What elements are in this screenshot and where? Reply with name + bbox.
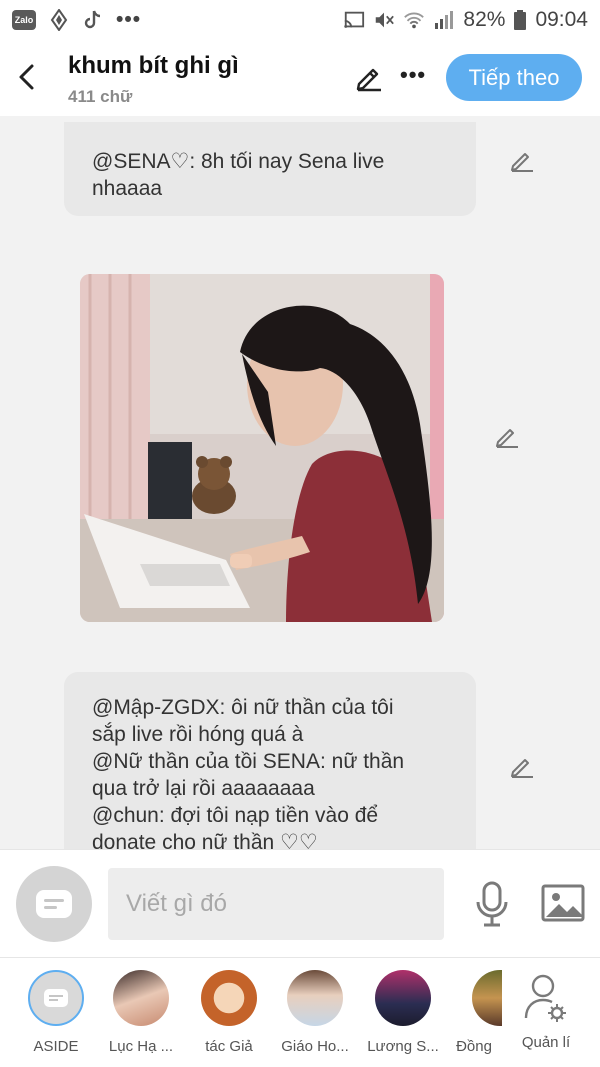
text-line: @chun: đợi tôi nạp tiền vào để [92, 804, 379, 827]
text-input[interactable] [108, 868, 444, 940]
character-count: 411 chữ [68, 87, 133, 106]
zalo-app-icon: Zalo [12, 10, 36, 30]
tab-label: Đồng [456, 1038, 492, 1055]
diamond-app-icon [48, 8, 70, 32]
more-notifications-icon: ••• [116, 8, 142, 31]
microphone-icon[interactable] [472, 880, 512, 928]
tab-manage[interactable]: Quản lí [508, 970, 584, 1051]
composer [0, 849, 600, 957]
edit-title-pencil-icon[interactable] [354, 62, 384, 92]
back-icon[interactable] [14, 62, 40, 92]
next-button[interactable]: Tiếp theo [446, 54, 582, 101]
battery-percent: 82% [463, 8, 506, 31]
text-line: @Mập-ZGDX: ôi nữ thần của tôi [92, 696, 394, 719]
tab-character-3[interactable]: Giáo Ho... [277, 970, 353, 1055]
mute-icon [373, 9, 395, 31]
text-line: @Nữ thần của tồi SENA: nữ thần [92, 750, 405, 773]
avatar [201, 970, 257, 1026]
user-settings-icon [523, 970, 569, 1026]
chat-bubble-button[interactable] [16, 866, 92, 942]
signal-icon [433, 9, 455, 31]
avatar [375, 970, 431, 1026]
tab-label: Lục Hạ ... [108, 1038, 174, 1055]
tab-label: ASIDE [33, 1038, 79, 1055]
tiktok-app-icon [82, 9, 104, 31]
tab-label: Lương S... [367, 1038, 439, 1055]
tab-label: Giáo Ho... [281, 1038, 349, 1055]
avatar [472, 970, 502, 1026]
tab-character-2[interactable]: tác Giả [191, 970, 267, 1055]
wifi-icon [403, 9, 425, 31]
status-bar: Zalo ••• 82% 09:04 [0, 0, 600, 40]
avatar [113, 970, 169, 1026]
battery-icon [513, 9, 527, 31]
text-block-2[interactable]: @Mập-ZGDX: ôi nữ thần của tôi sắp live r… [64, 672, 476, 849]
tab-character-4[interactable]: Lương S... [365, 970, 441, 1055]
chat-bubble-icon [36, 890, 72, 918]
edit-block-pencil-icon[interactable] [508, 752, 536, 780]
aside-avatar [28, 970, 84, 1026]
text-line: donate cho nữ thần ♡♡ [92, 831, 318, 849]
tab-character-5[interactable]: Đồng [436, 970, 512, 1055]
text-line: sắp live rồi hóng quá à [92, 723, 304, 746]
header: khum bít ghi gì 411 chữ ••• Tiếp theo [0, 40, 600, 116]
chat-bubble-icon [44, 989, 68, 1007]
tab-label: tác Giả [205, 1038, 253, 1055]
edit-block-pencil-icon[interactable] [508, 146, 536, 174]
text-line: qua trở lại rồi aaaaaaaa [92, 777, 315, 800]
story-photo[interactable] [80, 274, 444, 622]
page-title: khum bít ghi gì [68, 52, 239, 79]
tab-aside[interactable]: ASIDE [18, 970, 94, 1055]
text-block-1[interactable]: @SENA♡: 8h tối nay Sena live nhaaaa [64, 122, 476, 216]
avatar [287, 970, 343, 1026]
bottom-tab-bar: ASIDE Lục Hạ ... tác Giả Giáo Ho... Lươn… [0, 957, 600, 1067]
more-options-icon[interactable]: ••• [400, 62, 426, 88]
tab-character-1[interactable]: Lục Hạ ... [103, 970, 179, 1055]
cast-icon [343, 9, 365, 31]
text-line: nhaaaa [92, 177, 163, 200]
story-content[interactable]: @SENA♡: 8h tối nay Sena live nhaaaa @Mập… [0, 116, 600, 849]
tab-label: Quản lí [521, 1034, 571, 1051]
edit-photo-pencil-icon[interactable] [493, 422, 521, 450]
image-icon[interactable] [540, 882, 586, 924]
clock: 09:04 [535, 8, 588, 31]
text-line: @SENA♡: 8h tối nay Sena live [92, 150, 385, 173]
photo-image [80, 274, 444, 622]
